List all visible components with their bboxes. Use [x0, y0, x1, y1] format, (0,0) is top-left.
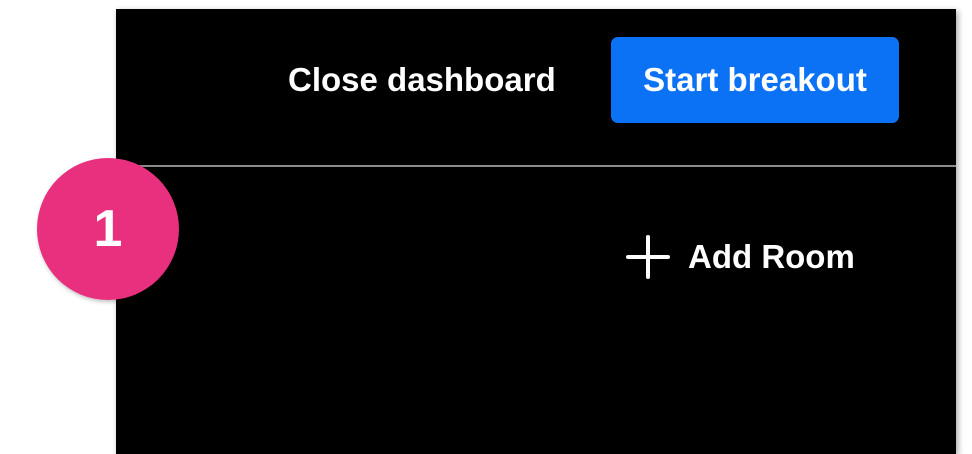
dashboard-header: Close dashboard Start breakout [116, 9, 956, 165]
close-dashboard-button[interactable]: Close dashboard [276, 57, 568, 103]
plus-icon [626, 235, 670, 279]
screenshot-stage: Close dashboard Start breakout Add Room … [0, 0, 972, 454]
breakout-dashboard-panel: Close dashboard Start breakout Add Room [116, 9, 956, 454]
add-room-label: Add Room [688, 238, 855, 275]
add-room-button[interactable]: Add Room [626, 231, 855, 283]
start-breakout-button[interactable]: Start breakout [611, 37, 899, 123]
step-number-badge: 1 [37, 158, 179, 300]
header-divider [116, 165, 956, 167]
